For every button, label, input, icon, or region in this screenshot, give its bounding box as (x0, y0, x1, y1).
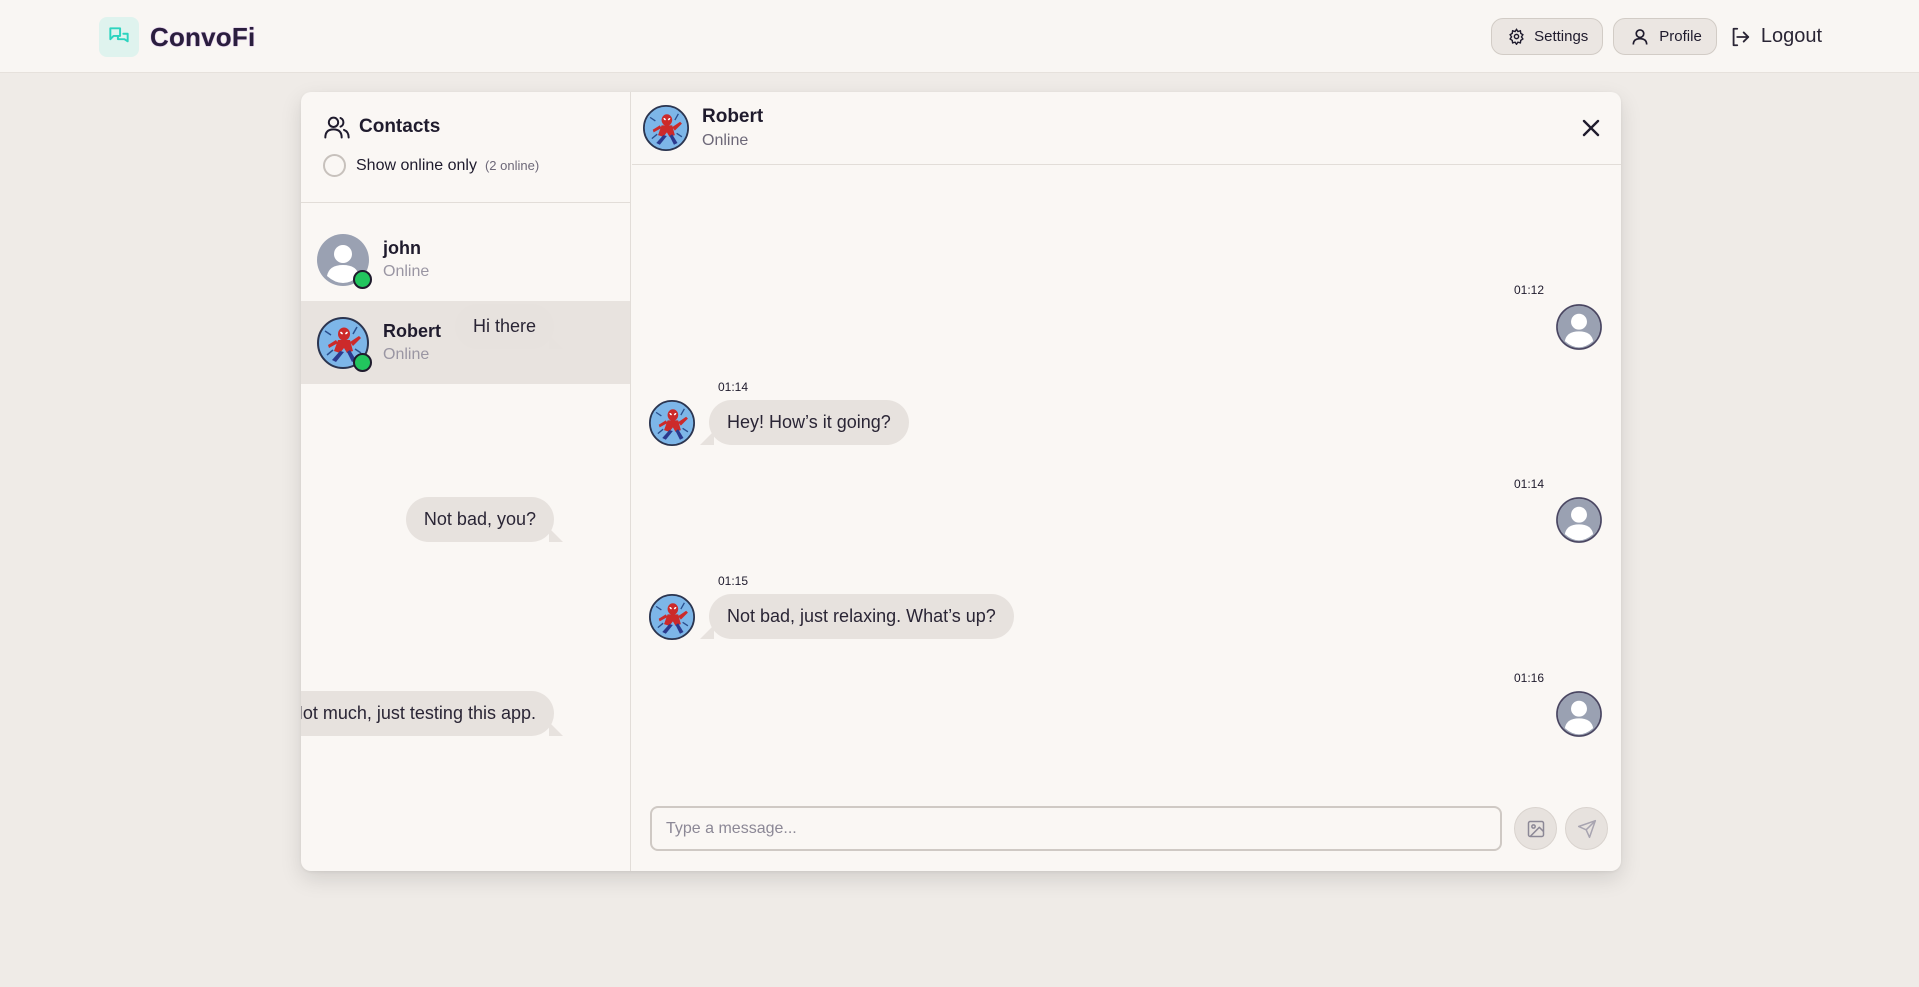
send-icon (1577, 819, 1596, 838)
chat-card: Contacts Show online only (2 online) joh… (301, 92, 1621, 871)
avatar (1556, 304, 1602, 350)
users-icon (324, 116, 350, 139)
nav-actions: Settings Profile Logout (1481, 18, 1822, 55)
message-time: 01:14 (1514, 477, 1545, 491)
message-bubble: Hi there (454, 304, 564, 349)
brand[interactable]: ConvoFi (99, 17, 255, 57)
chat-contact-name: Robert (702, 106, 764, 127)
logout-label: Logout (1760, 25, 1822, 47)
message-text: Hey! How’s it going? (727, 412, 891, 432)
online-count: (2 online) (484, 158, 540, 173)
contact-name: john (383, 238, 421, 258)
logout-button[interactable]: Logout (1729, 25, 1822, 48)
gear-icon (1509, 28, 1524, 45)
message-bubble: Not much, just testing this app. (301, 691, 564, 736)
contacts-sidebar: Contacts Show online only (2 online) joh… (301, 92, 631, 871)
message-time: 01:16 (1514, 671, 1545, 685)
message-text: Not bad, you? (423, 509, 536, 529)
message-time: 01:12 (1514, 283, 1545, 297)
app-name: ConvoFi (150, 21, 256, 52)
online-indicator (353, 269, 372, 289)
avatar (317, 317, 372, 372)
avatar (649, 594, 695, 640)
profile-label: Profile (1659, 28, 1702, 45)
message-text: Not bad, just relaxing. What’s up? (727, 606, 996, 626)
online-indicator (353, 352, 372, 372)
online-filter-label: Show online only (356, 156, 477, 174)
message-bubble: Hey! How’s it going? (700, 400, 909, 445)
message-input[interactable] (650, 806, 1502, 851)
profile-button[interactable]: Profile (1613, 18, 1717, 55)
image-icon (1527, 820, 1544, 837)
contact-list: john Online Robert Online (301, 203, 630, 384)
settings-button[interactable]: Settings (1491, 18, 1604, 55)
message-time: 01:15 (718, 574, 749, 588)
chat-bubbles-icon (99, 17, 139, 57)
avatar (643, 105, 689, 151)
send-button[interactable] (1565, 807, 1608, 850)
settings-label: Settings (1534, 28, 1589, 45)
contact-name: Robert (383, 321, 441, 341)
avatar (649, 400, 695, 446)
contact-status: Online (383, 263, 430, 280)
contacts-header: Contacts Show online only (2 online) (301, 92, 630, 203)
logout-icon (1732, 27, 1749, 46)
message-text: Not much, just testing this app. (301, 703, 536, 723)
online-filter[interactable]: Show online only (2 online) (323, 154, 630, 177)
chat-panel: Robert Online 01:12 Hi there 01:14 Hey! … (301, 92, 1621, 871)
online-only-checkbox[interactable] (323, 154, 346, 177)
avatar (1556, 691, 1602, 737)
contacts-title-label: Contacts (359, 116, 441, 137)
contacts-title: Contacts (323, 113, 630, 141)
close-chat-button[interactable] (1579, 116, 1603, 145)
contact-status: Online (383, 346, 430, 363)
message-time: 01:14 (718, 380, 749, 394)
close-icon (1582, 119, 1600, 137)
avatar (317, 234, 372, 289)
message-list: 01:12 Hi there 01:14 Hey! How’s it going… (301, 166, 1621, 786)
contact-item-john[interactable]: john Online (301, 218, 630, 301)
message-composer (650, 806, 1608, 852)
message-bubble: Not bad, you? (405, 497, 564, 542)
avatar (1556, 497, 1602, 543)
message-text: Hi there (472, 316, 536, 336)
top-navbar: ConvoFi Settings Profile Logout (0, 0, 1919, 73)
chat-contact-status: Online (702, 132, 749, 149)
attach-image-button[interactable] (1514, 807, 1557, 850)
message-bubble: Not bad, just relaxing. What’s up? (700, 594, 1014, 639)
user-icon (1632, 28, 1648, 45)
chat-header: Robert Online (632, 92, 1621, 165)
